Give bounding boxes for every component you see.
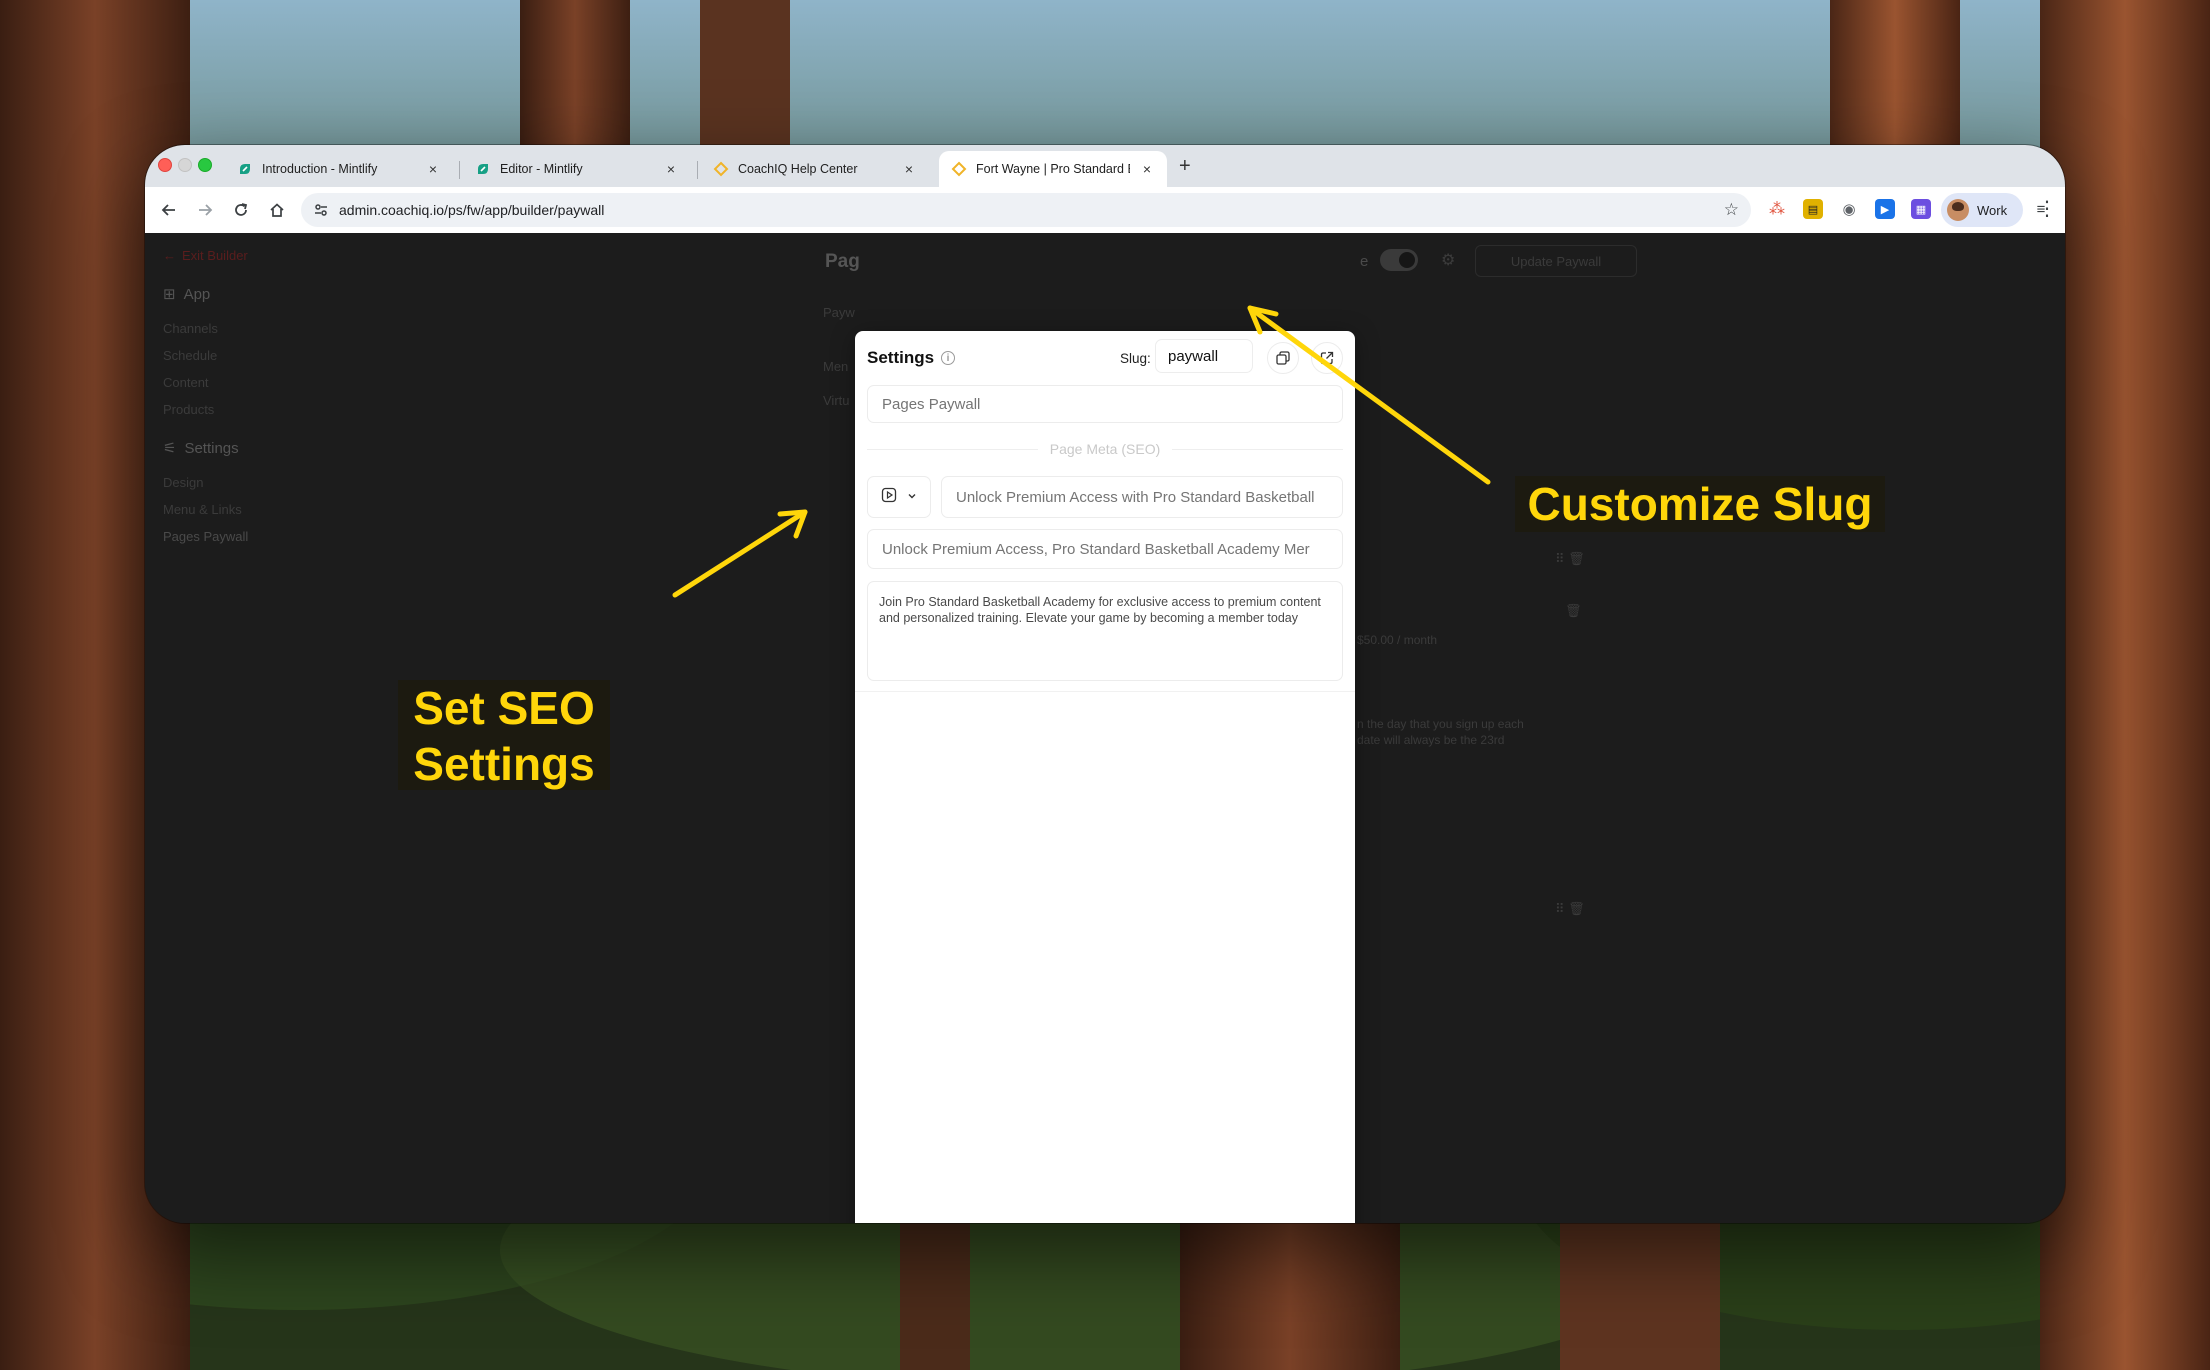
avatar [1947, 199, 1969, 221]
back-icon[interactable] [157, 198, 181, 222]
arrow-left-icon: ← [163, 248, 176, 263]
coachiq-icon [951, 161, 967, 177]
drag-handle-icon[interactable]: ⠿ 🗑 [1555, 901, 1585, 917]
row-label: Payw [823, 305, 855, 320]
tab-close-icon[interactable]: × [663, 161, 679, 177]
tab-close-icon[interactable]: × [425, 161, 441, 177]
reload-icon[interactable] [229, 198, 253, 222]
window-minimize-button[interactable] [178, 158, 192, 172]
forward-icon[interactable] [193, 198, 217, 222]
tab-title: Editor - Mintlify [500, 162, 583, 176]
exit-builder-link[interactable]: ← Exit Builder [163, 248, 248, 263]
favicon-select[interactable] [867, 476, 931, 518]
image-play-icon [881, 487, 897, 508]
nav-item[interactable]: Channels [163, 321, 218, 336]
seo-settings-callout: Set SEO Settings [398, 680, 610, 790]
extension-icon[interactable]: ▦ [1911, 199, 1931, 219]
profile-button[interactable]: Work [1941, 193, 2023, 227]
live-label: e [1360, 253, 1369, 270]
note-text: n the day that you sign up each [1357, 717, 1524, 731]
price-label: $50.00 / month [1357, 633, 1438, 647]
nav-heading-settings[interactable]: ⚟ Settings [163, 439, 239, 458]
camera-extension-icon[interactable]: ◉ [1839, 199, 1859, 219]
copy-icon[interactable] [1267, 342, 1299, 374]
coachiq-icon [713, 161, 729, 177]
bookmark-star-icon[interactable]: ☆ [1724, 200, 1739, 220]
home-icon[interactable] [265, 198, 289, 222]
nav-heading-app[interactable]: ⊞ App [163, 285, 210, 304]
settings-panel: Settings i Slug: Page Meta (SEO) [855, 331, 1355, 1223]
nav-item[interactable]: Content [163, 375, 209, 390]
extension-icon[interactable]: ▶ [1875, 199, 1895, 219]
page-name-input[interactable] [867, 385, 1343, 423]
tab-title: CoachIQ Help Center [738, 162, 858, 176]
asana-extension-icon[interactable]: ⁂ [1767, 199, 1787, 219]
meta-title-input[interactable] [941, 476, 1343, 518]
callout-line: Set SEO [413, 682, 595, 734]
sliders-icon: ⚟ [163, 440, 177, 457]
nav-item[interactable]: Menu & Links [163, 502, 242, 517]
seo-section-label: Page Meta (SEO) [1049, 441, 1161, 457]
row-label: Men [823, 359, 849, 374]
site-settings-icon[interactable] [311, 200, 331, 220]
browser-tab[interactable]: Introduction - Mintlify × [225, 151, 453, 187]
mintlify-icon [475, 161, 491, 177]
trash-icon[interactable]: 🗑 [1565, 603, 1582, 619]
tab-divider [697, 161, 698, 179]
nav-item-active[interactable]: Pages Paywall [163, 529, 248, 544]
tab-close-icon[interactable]: × [1139, 161, 1155, 177]
new-tab-button[interactable]: + [1179, 155, 1191, 178]
share-icon[interactable] [1311, 342, 1343, 374]
info-icon[interactable]: i [941, 351, 956, 365]
row-label: Virtu [823, 393, 850, 408]
browser-tab[interactable]: CoachIQ Help Center × [701, 151, 929, 187]
tab-close-icon[interactable]: × [901, 161, 917, 177]
customize-slug-callout: Customize Slug [1515, 476, 1885, 532]
slug-input[interactable] [1155, 339, 1253, 373]
note-text: date will always be the 23rd [1357, 733, 1505, 747]
update-paywall-button[interactable]: Update Paywall [1475, 245, 1637, 277]
nav-item[interactable]: Products [163, 402, 214, 417]
window-close-button[interactable] [158, 158, 172, 172]
tab-strip: Introduction - Mintlify × Editor - Mintl… [145, 145, 2065, 187]
tab-title: Fort Wayne | Pro Standard Ba [976, 162, 1130, 176]
nav-item[interactable]: Design [163, 475, 203, 490]
chevron-down-icon [907, 488, 917, 506]
settings-heading: Settings i [867, 348, 956, 368]
extension-icon[interactable]: ▤ [1803, 199, 1823, 219]
tab-title: Introduction - Mintlify [262, 162, 378, 176]
more-menu-icon[interactable]: ⋮ [2037, 196, 2057, 221]
window-maximize-button[interactable] [198, 158, 212, 172]
slug-label: Slug: [1120, 351, 1151, 366]
browser-tab-active[interactable]: Fort Wayne | Pro Standard Ba × [939, 151, 1167, 187]
profile-label: Work [1977, 202, 2008, 218]
callout-line: Settings [413, 738, 595, 790]
browser-toolbar: admin.coachiq.io/ps/fw/app/builder/paywa… [145, 187, 2065, 234]
url-text: admin.coachiq.io/ps/fw/app/builder/paywa… [339, 202, 605, 218]
address-bar[interactable]: admin.coachiq.io/ps/fw/app/builder/paywa… [301, 193, 1751, 227]
meta-keywords-input[interactable] [867, 529, 1343, 569]
panel-divider [855, 691, 1355, 692]
gear-icon[interactable]: ⚙ [1441, 250, 1455, 270]
drag-handle-icon[interactable]: ⠿ 🗑 [1555, 551, 1585, 567]
page-title: Pag [825, 251, 860, 272]
mintlify-icon [237, 161, 253, 177]
seo-section-divider: Page Meta (SEO) [867, 441, 1343, 457]
browser-tab[interactable]: Editor - Mintlify × [463, 151, 691, 187]
nav-item[interactable]: Schedule [163, 348, 217, 363]
live-toggle[interactable] [1380, 249, 1418, 271]
grid-icon: ⊞ [163, 286, 176, 303]
tab-divider [459, 161, 460, 179]
meta-description-textarea[interactable]: Join Pro Standard Basketball Academy for… [867, 581, 1343, 681]
